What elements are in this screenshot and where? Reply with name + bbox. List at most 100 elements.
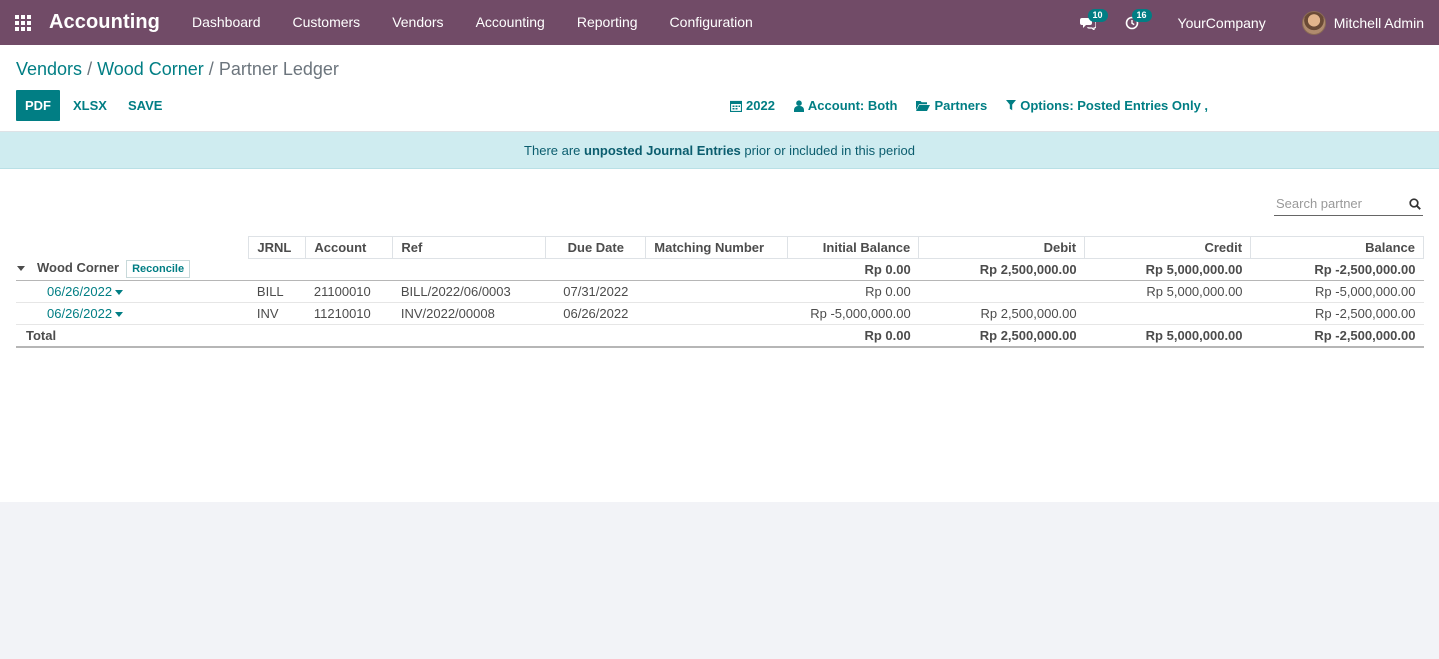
folder-open-icon bbox=[916, 101, 931, 111]
line-credit: Rp 5,000,000.00 bbox=[1084, 280, 1251, 303]
cell bbox=[545, 258, 646, 281]
header-jrnl: JRNL bbox=[248, 236, 307, 259]
line-date: 06/26/2022 bbox=[47, 284, 113, 299]
user-menu[interactable]: Mitchell Admin bbox=[1301, 10, 1439, 35]
partner-name: Wood Corner bbox=[37, 260, 120, 276]
save-button[interactable]: SAVE bbox=[128, 90, 162, 121]
partner-initial-balance: Rp 0.00 bbox=[787, 258, 919, 281]
total-balance: Rp -2,500,000.00 bbox=[1250, 324, 1424, 348]
page-title: Partner Ledger bbox=[218, 59, 339, 79]
xlsx-button[interactable]: XLSX bbox=[73, 90, 107, 121]
line-ref: INV/2022/00008 bbox=[392, 302, 546, 325]
breadcrumb-separator: / bbox=[87, 59, 93, 79]
app-brand[interactable]: Accounting bbox=[46, 11, 176, 34]
report-filters: 2022 Account: Both Partners Options: Pos… bbox=[730, 90, 1227, 121]
date-filter-label: 2022 bbox=[746, 98, 775, 113]
partner-search bbox=[1274, 192, 1423, 216]
partner-credit: Rp 5,000,000.00 bbox=[1084, 258, 1251, 281]
menu-vendors[interactable]: Vendors bbox=[376, 0, 459, 45]
line-balance: Rp -5,000,000.00 bbox=[1250, 280, 1424, 303]
partner-ledger-table: JRNL Account Ref Due Date Matching Numbe… bbox=[16, 236, 1424, 348]
cell bbox=[305, 258, 393, 281]
header-account: Account bbox=[305, 236, 394, 259]
line-initial-balance: Rp -5,000,000.00 bbox=[787, 302, 919, 325]
cell bbox=[645, 324, 788, 348]
total-initial-balance: Rp 0.00 bbox=[787, 324, 919, 348]
avatar bbox=[1301, 10, 1326, 35]
menu-reporting[interactable]: Reporting bbox=[561, 0, 654, 45]
line-due-date: 06/26/2022 bbox=[545, 302, 646, 325]
header-ref: Ref bbox=[392, 236, 547, 259]
reconcile-button[interactable]: Reconcile bbox=[126, 260, 191, 279]
main-navbar: Accounting Dashboard Customers Vendors A… bbox=[0, 0, 1439, 45]
menu-accounting[interactable]: Accounting bbox=[460, 0, 561, 45]
caret-down-icon bbox=[115, 312, 124, 318]
table-row: 06/26/2022 INV 11210010 INV/2022/00008 0… bbox=[16, 302, 1424, 325]
line-date-link[interactable]: 06/26/2022 bbox=[16, 280, 249, 303]
table-row: 06/26/2022 BILL 21100010 BILL/2022/06/00… bbox=[16, 280, 1424, 303]
line-credit bbox=[1084, 302, 1251, 325]
alert-text-after: prior or included in this period bbox=[740, 143, 915, 158]
line-date-link[interactable]: 06/26/2022 bbox=[16, 302, 249, 325]
total-label: Total bbox=[16, 324, 249, 348]
header-blank bbox=[16, 237, 249, 259]
partner-debit: Rp 2,500,000.00 bbox=[918, 258, 1085, 281]
account-filter[interactable]: Account: Both bbox=[793, 98, 897, 113]
header-matching-number: Matching Number bbox=[645, 236, 789, 259]
messages-button[interactable]: 10 bbox=[1066, 0, 1110, 45]
line-date: 06/26/2022 bbox=[47, 306, 113, 321]
search-partner-input[interactable] bbox=[1276, 196, 1396, 211]
pdf-button[interactable]: PDF bbox=[16, 90, 60, 121]
cell bbox=[545, 324, 646, 348]
line-account: 11210010 bbox=[305, 302, 393, 325]
menu-customers[interactable]: Customers bbox=[277, 0, 377, 45]
partner-row[interactable]: Wood Corner Reconcile Rp 0.00 Rp 2,500,00… bbox=[16, 258, 1424, 281]
top-menu: Dashboard Customers Vendors Accounting R… bbox=[176, 0, 769, 45]
cell bbox=[305, 324, 393, 348]
activities-badge: 16 bbox=[1131, 9, 1152, 22]
line-balance: Rp -2,500,000.00 bbox=[1250, 302, 1424, 325]
unposted-entries-alert: There are unposted Journal Entries prior… bbox=[0, 132, 1439, 169]
activities-button[interactable]: 16 bbox=[1110, 0, 1154, 45]
cell bbox=[392, 258, 546, 281]
apps-menu-icon[interactable] bbox=[0, 0, 46, 45]
user-icon bbox=[793, 99, 804, 112]
partners-filter-label: Partners bbox=[934, 98, 988, 113]
menu-dashboard[interactable]: Dashboard bbox=[176, 0, 277, 45]
line-ref: BILL/2022/06/0003 bbox=[392, 280, 546, 303]
date-filter[interactable]: 2022 bbox=[730, 98, 775, 113]
breadcrumb: Vendors / Wood Corner / Partner Ledger bbox=[16, 59, 339, 80]
line-jrnl: INV bbox=[248, 302, 306, 325]
filter-icon bbox=[1006, 100, 1017, 111]
total-credit: Rp 5,000,000.00 bbox=[1084, 324, 1251, 348]
cell bbox=[248, 258, 306, 281]
alert-text-before: There are bbox=[524, 143, 585, 158]
line-initial-balance: Rp 0.00 bbox=[787, 280, 919, 303]
company-switcher[interactable]: YourCompany bbox=[1154, 15, 1302, 31]
breadcrumb-separator: / bbox=[208, 59, 214, 79]
caret-down-icon bbox=[115, 290, 124, 296]
unposted-entries-link[interactable]: unposted Journal Entries bbox=[584, 143, 741, 158]
options-filter[interactable]: Options: Posted Entries Only , bbox=[1006, 98, 1208, 113]
line-jrnl: BILL bbox=[248, 280, 306, 303]
line-debit bbox=[918, 280, 1085, 303]
partner-balance: Rp -2,500,000.00 bbox=[1250, 258, 1424, 281]
control-panel: Vendors / Wood Corner / Partner Ledger P… bbox=[0, 45, 1439, 132]
caret-down-icon[interactable] bbox=[17, 266, 25, 272]
header-credit: Credit bbox=[1084, 236, 1252, 259]
breadcrumb-vendors[interactable]: Vendors bbox=[16, 59, 82, 80]
partners-filter[interactable]: Partners bbox=[916, 98, 987, 113]
header-initial-balance: Initial Balance bbox=[787, 236, 920, 259]
total-debit: Rp 2,500,000.00 bbox=[918, 324, 1085, 348]
calendar-icon bbox=[730, 100, 742, 112]
report-content: JRNL Account Ref Due Date Matching Numbe… bbox=[0, 169, 1439, 502]
table-header-row: JRNL Account Ref Due Date Matching Numbe… bbox=[16, 236, 1424, 259]
line-matching bbox=[645, 302, 788, 325]
breadcrumb-partner[interactable]: Wood Corner bbox=[97, 59, 204, 80]
header-debit: Debit bbox=[918, 236, 1086, 259]
search-icon[interactable] bbox=[1409, 197, 1421, 210]
total-row: Total Rp 0.00 Rp 2,500,000.00 Rp 5,000,0… bbox=[16, 324, 1424, 348]
cell bbox=[248, 324, 306, 348]
options-filter-label: Options: Posted Entries Only , bbox=[1020, 98, 1209, 113]
menu-configuration[interactable]: Configuration bbox=[654, 0, 769, 45]
